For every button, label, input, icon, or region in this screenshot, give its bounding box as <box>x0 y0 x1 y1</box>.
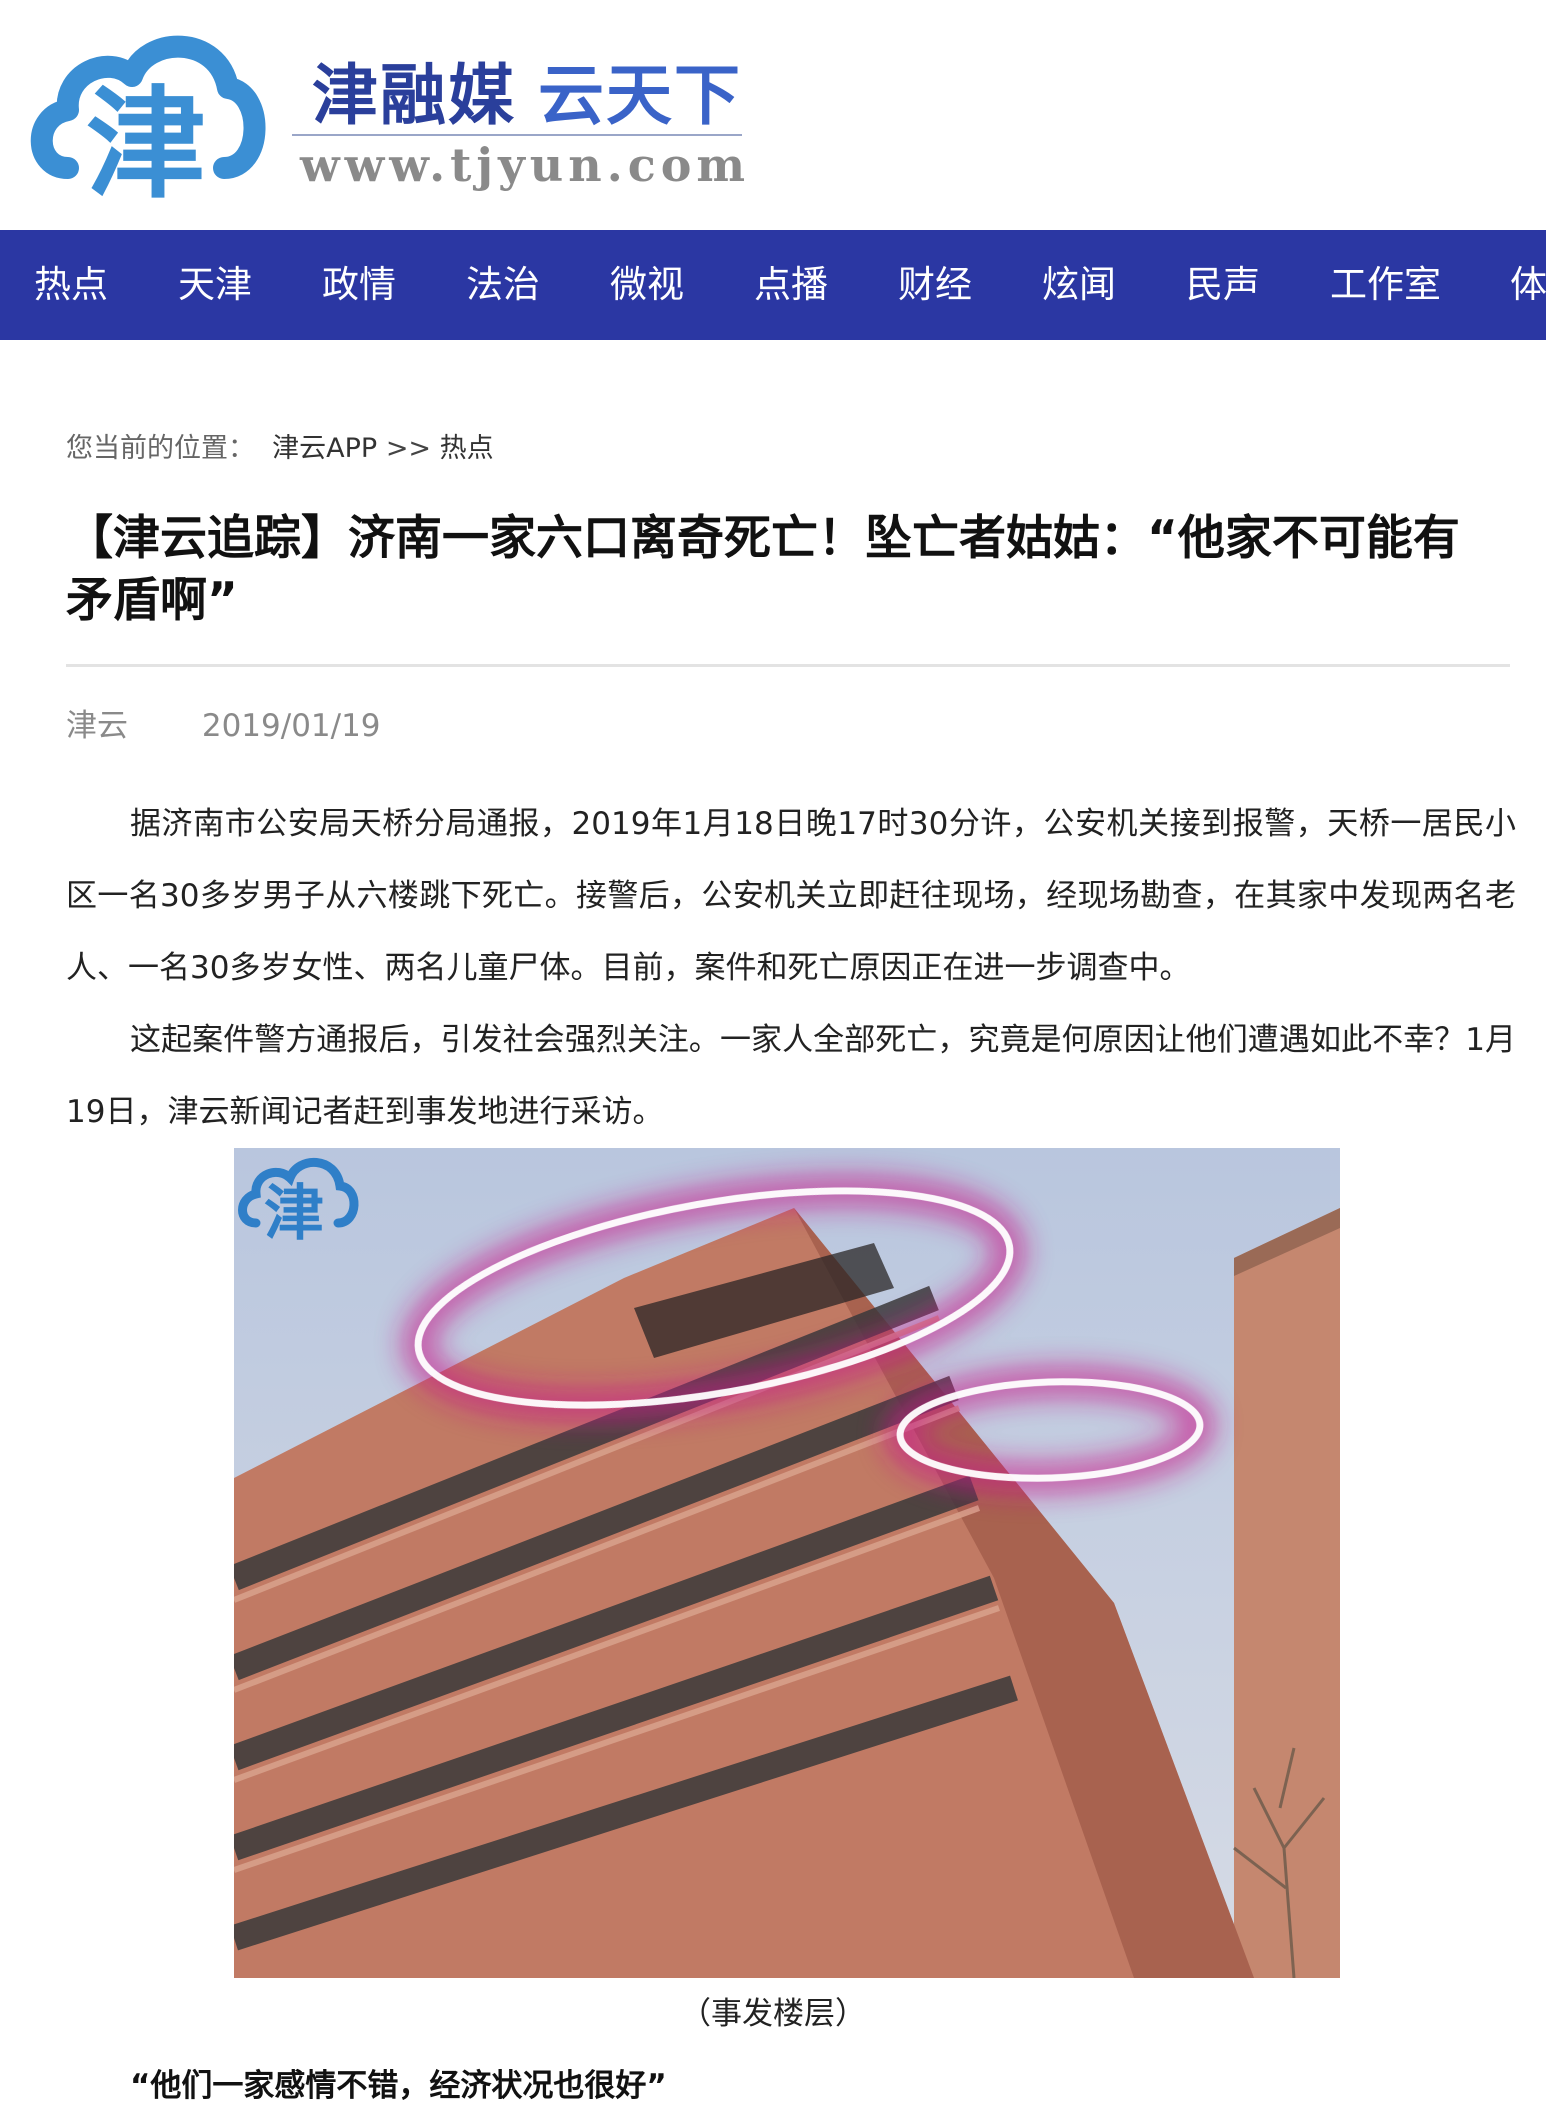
nav-item-law[interactable]: 法治 <box>466 230 540 340</box>
breadcrumb-hot[interactable]: 热点 <box>440 433 494 464</box>
tjyun-cloud-logo[interactable]: 津 <box>28 18 268 208</box>
nav-item-tianjin[interactable]: 天津 <box>178 230 252 340</box>
article-source: 津云 <box>66 708 128 744</box>
nav-item-finance[interactable]: 财经 <box>898 230 972 340</box>
nav-item-voices[interactable]: 民声 <box>1186 230 1260 340</box>
nav-item-sports[interactable]: 体 <box>1510 230 1546 340</box>
article-date: 2019/01/19 <box>201 708 381 744</box>
nav-item-trending[interactable]: 炫闻 <box>1042 230 1116 340</box>
article-subheading: “他们一家感情不错，经济状况也很好” <box>130 2068 667 2104</box>
article-paragraph: 这起案件警方通报后，引发社会强烈关注。一家人全部死亡，究竟是何原因让他们遭遇如此… <box>66 1022 1516 1130</box>
article-title: 【津云追踪】济南一家六口离奇死亡！坠亡者姑姑：“他家不可能有矛盾啊” <box>66 511 1460 628</box>
nav-item-microvideo[interactable]: 微视 <box>610 230 684 340</box>
site-header: 津 津融媒 云天下 www.tjyun.com <box>0 0 1546 230</box>
main-nav: 热点 天津 政情 法治 微视 点播 财经 炫闻 民声 工作室 体 <box>0 230 1546 340</box>
photo-caption: （事发楼层） <box>680 1996 866 2032</box>
logo-divider <box>292 134 742 136</box>
nav-item-hot[interactable]: 热点 <box>34 230 108 340</box>
article-meta: 津云 2019/01/19 <box>66 700 381 745</box>
site-domain: www.tjyun.com <box>300 138 751 192</box>
watermark-character: 津 <box>264 1179 324 1249</box>
title-divider <box>66 664 1510 667</box>
breadcrumb: 您当前的位置： 津云APP >> 热点 <box>66 426 494 465</box>
nav-item-vod[interactable]: 点播 <box>754 230 828 340</box>
nav-item-politics[interactable]: 政情 <box>322 230 396 340</box>
nav-item-studio[interactable]: 工作室 <box>1330 230 1441 340</box>
article-paragraph: 据济南市公安局天桥分局通报，2019年1月18日晚17时30分许，公安机关接到报… <box>66 806 1516 986</box>
breadcrumb-app[interactable]: 津云APP <box>272 433 377 464</box>
slogan-part-1: 津融媒 <box>312 56 516 134</box>
site-slogan: 津融媒 云天下 <box>312 42 742 138</box>
breadcrumb-separator: >> <box>385 433 432 464</box>
slogan-part-2: 云天下 <box>538 56 742 134</box>
logo-character: 津 <box>86 76 206 208</box>
article-photo: 津 <box>234 1148 1340 1978</box>
breadcrumb-label: 您当前的位置： <box>66 433 255 464</box>
